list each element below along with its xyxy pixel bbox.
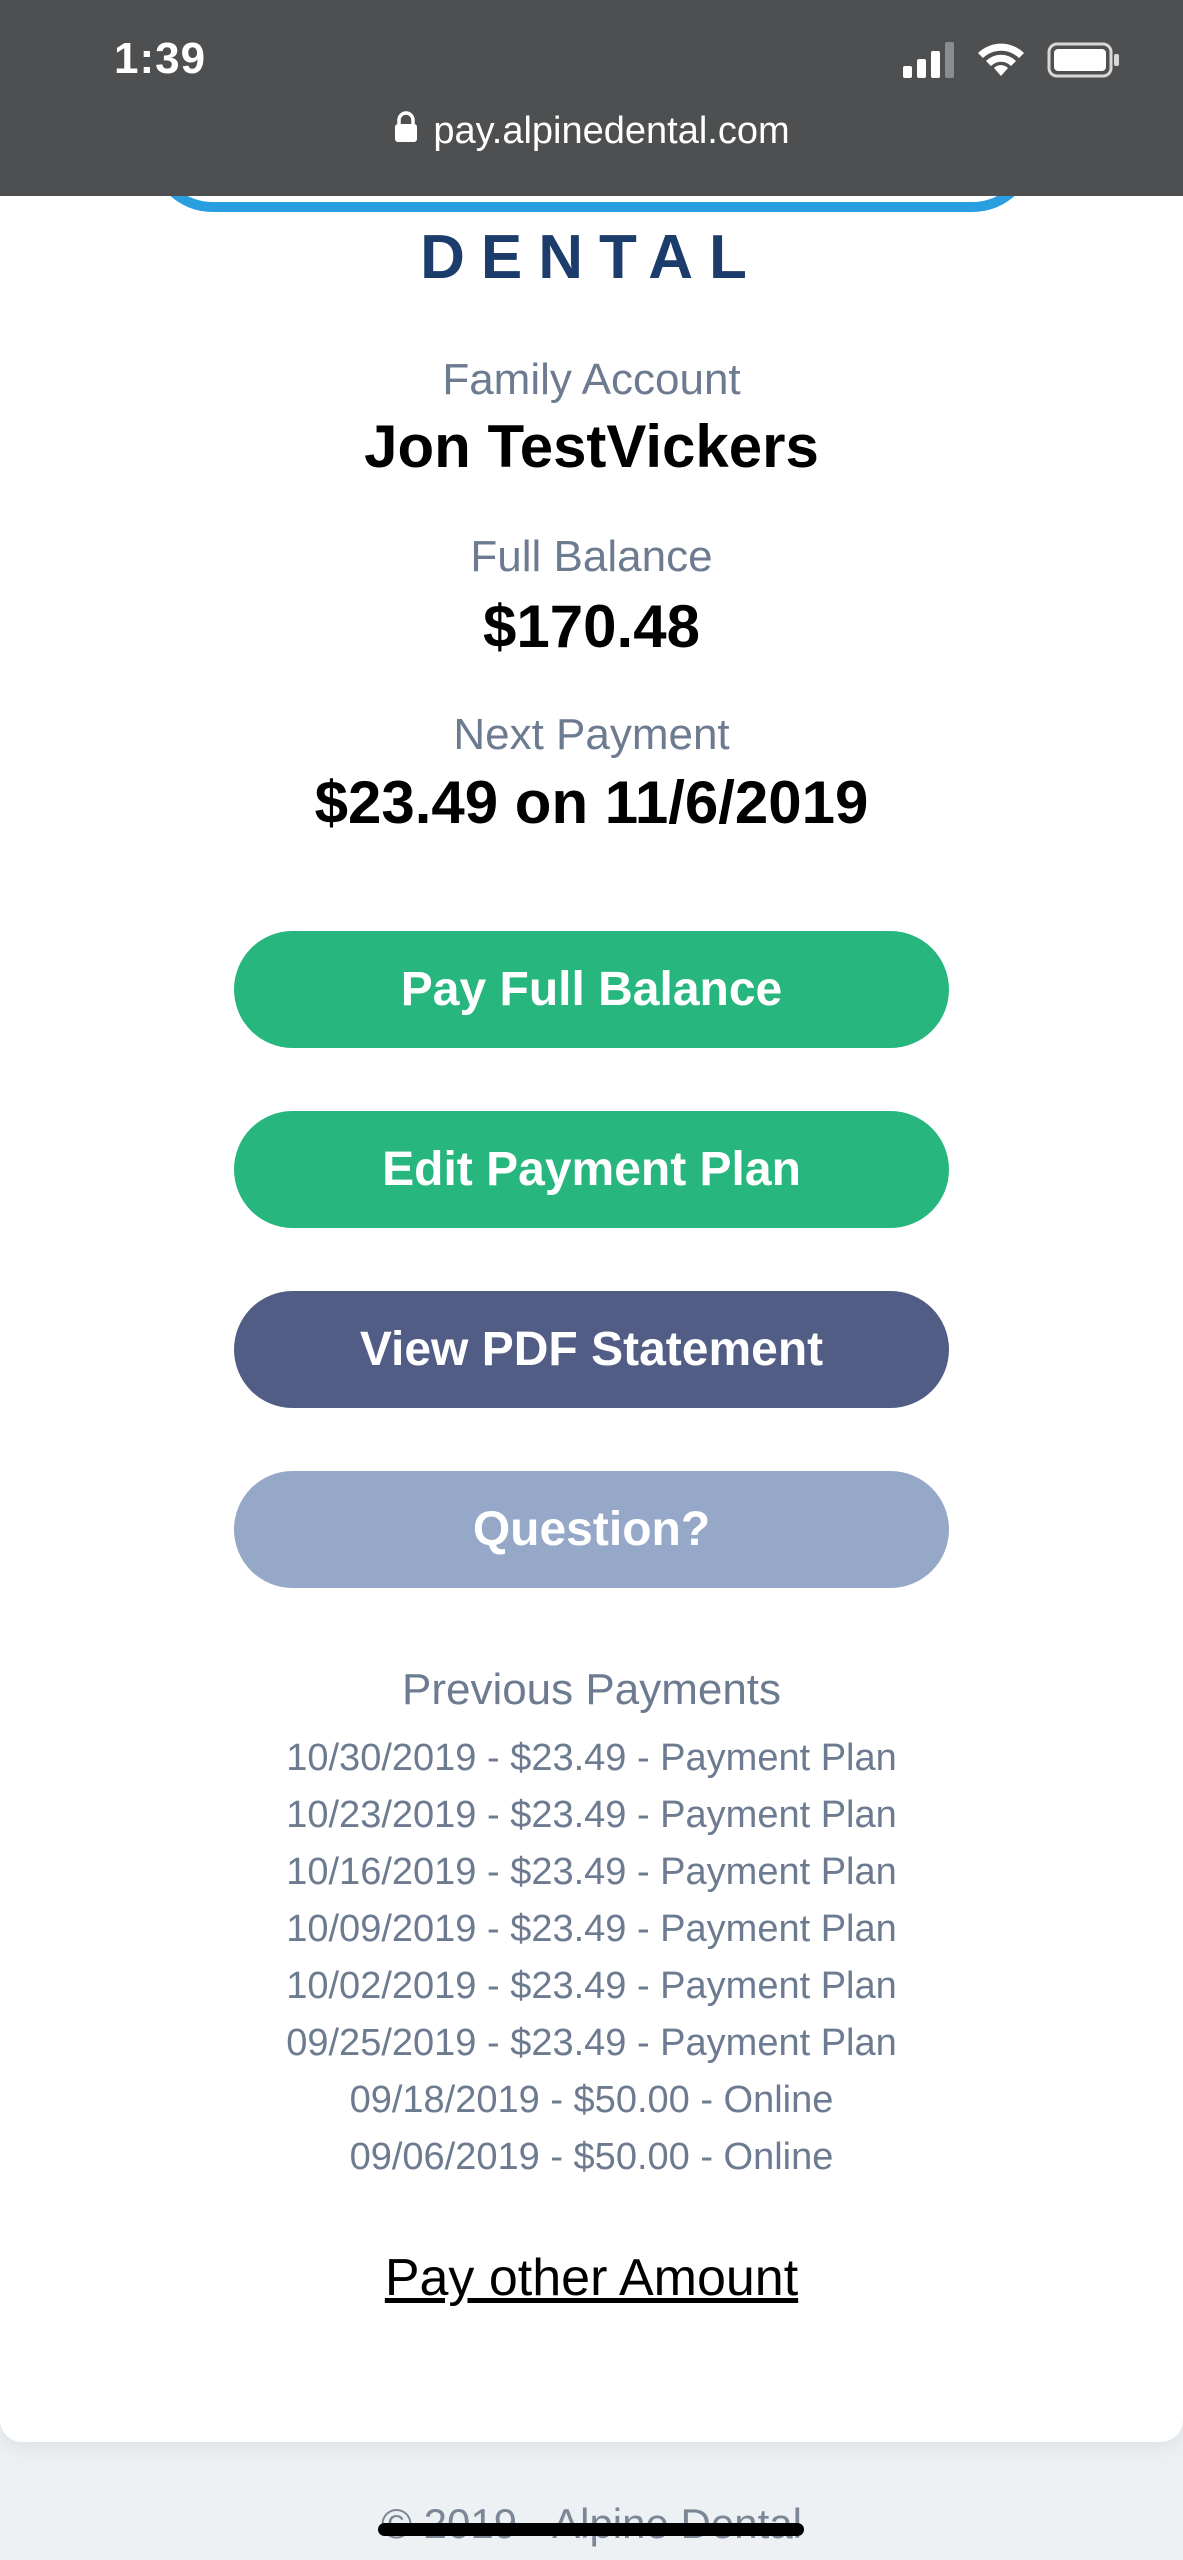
url-text: pay.alpinedental.com (433, 110, 790, 152)
balance-amount: $170.48 (483, 593, 700, 660)
payment-row: 10/30/2019 - $23.49 - Payment Plan (286, 1737, 897, 1779)
view-pdf-statement-button[interactable]: View PDF Statement (234, 1291, 949, 1408)
question-button[interactable]: Question? (234, 1471, 949, 1588)
lock-icon (393, 110, 419, 153)
balance-label: Full Balance (470, 532, 713, 581)
payment-row: 09/18/2019 - $50.00 - Online (349, 2079, 834, 2121)
status-time: 1:39 (114, 34, 207, 83)
previous-payments-list: 10/30/2019 - $23.49 - Payment Plan 10/23… (0, 1730, 1183, 2186)
edit-payment-plan-button[interactable]: Edit Payment Plan (234, 1111, 949, 1228)
payment-row: 10/02/2019 - $23.49 - Payment Plan (286, 1965, 897, 2007)
payment-row: 10/09/2019 - $23.49 - Payment Plan (286, 1908, 897, 1950)
payment-row: 09/06/2019 - $50.00 - Online (349, 2136, 834, 2178)
next-payment-value: $23.49 on 11/6/2019 (314, 769, 869, 836)
battery-icon (1047, 42, 1121, 83)
url-bar[interactable]: pay.alpinedental.com (0, 110, 1183, 153)
status-bar: 1:39 pay.alpinedental.com (0, 0, 1183, 196)
payment-row: 09/25/2019 - $23.49 - Payment Plan (286, 2022, 897, 2064)
payment-row: 10/16/2019 - $23.49 - Payment Plan (286, 1851, 897, 1893)
pay-other-amount-link[interactable]: Pay other Amount (0, 2248, 1183, 2308)
home-indicator[interactable] (378, 2523, 804, 2536)
status-icons (903, 42, 1121, 83)
previous-payments-title: Previous Payments (401, 1665, 782, 1714)
wifi-icon (977, 42, 1025, 83)
payment-row: 10/23/2019 - $23.49 - Payment Plan (286, 1794, 897, 1836)
payment-card: DENTAL Family Account Jon TestVickers Fu… (0, 0, 1183, 2442)
pay-full-balance-button[interactable]: Pay Full Balance (234, 931, 949, 1048)
account-name: Jon TestVickers (364, 413, 819, 480)
next-payment-label: Next Payment (453, 710, 730, 759)
logo-text: DENTAL (420, 223, 763, 292)
cellular-signal-icon (903, 42, 955, 83)
account-label: Family Account (442, 355, 741, 404)
